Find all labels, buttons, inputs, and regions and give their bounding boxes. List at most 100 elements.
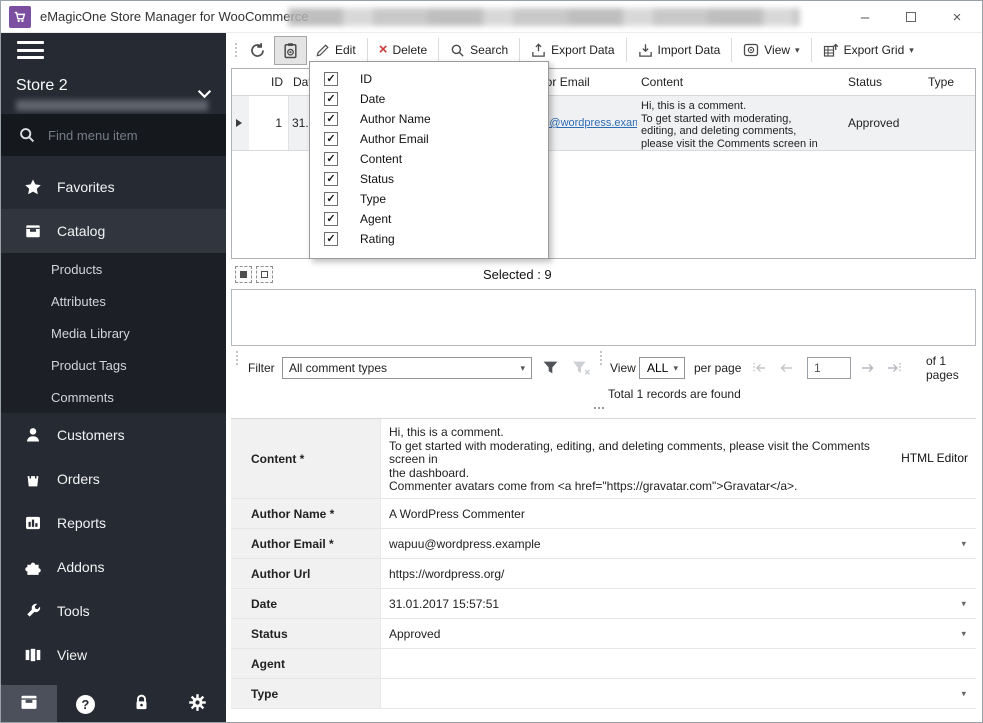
column-menu-item-date[interactable]: ✓ Date — [310, 89, 548, 109]
sidebar-item-favorites[interactable]: Favorites — [1, 165, 226, 209]
sidebar-item-tools[interactable]: Tools — [1, 589, 226, 633]
status-field[interactable]: Approved ▾ — [381, 619, 976, 648]
dropdown-arrow-icon[interactable]: ▾ — [961, 598, 966, 609]
store-selector[interactable]: Store 2 — [16, 77, 68, 95]
funnel-clear-icon — [573, 361, 590, 375]
sidebar-bottom-bar: ? — [1, 685, 226, 722]
last-page-icon — [888, 363, 901, 373]
previous-page-button[interactable] — [778, 351, 794, 385]
dropdown-arrow-icon[interactable]: ▾ — [961, 688, 966, 699]
deselect-all-button[interactable] — [256, 265, 273, 283]
sidebar-item-customers[interactable]: Customers — [1, 413, 226, 457]
apply-filter-button[interactable] — [542, 351, 559, 385]
selection-strip: Selected : 9 — [231, 261, 976, 287]
sidebar-item-media-library[interactable]: Media Library — [1, 317, 226, 349]
date-field[interactable]: 31.01.2017 15:57:51 ▾ — [381, 589, 976, 618]
type-field[interactable]: ▾ — [381, 679, 976, 708]
next-page-button[interactable] — [860, 351, 876, 385]
dropdown-arrow-icon[interactable]: ▾ — [961, 628, 966, 639]
toolbar-drag-handle[interactable] — [231, 43, 241, 57]
view-menu-button[interactable]: View ▾ — [735, 36, 807, 64]
column-menu-item-content[interactable]: ✓ Content — [310, 149, 548, 169]
form-row-agent: Agent — [231, 649, 976, 679]
content-field[interactable]: Hi, this is a comment. To get started wi… — [381, 419, 976, 498]
sidebar-item-product-tags[interactable]: Product Tags — [1, 349, 226, 381]
column-picker-button[interactable] — [274, 35, 307, 65]
column-header-status[interactable]: Status — [845, 75, 925, 89]
checkbox-checked-icon[interactable]: ✓ — [324, 232, 338, 246]
sidebar-item-view[interactable]: View — [1, 633, 226, 677]
export-data-button[interactable]: Export Data — [523, 37, 622, 64]
clear-filter-button[interactable] — [572, 351, 591, 385]
checkbox-checked-icon[interactable]: ✓ — [324, 152, 338, 166]
column-menu-item-author-name[interactable]: ✓ Author Name — [310, 109, 548, 129]
export-icon — [532, 42, 545, 57]
last-page-button[interactable] — [886, 351, 904, 385]
view-label: View — [610, 361, 636, 375]
sidebar-item-products[interactable]: Products — [1, 253, 226, 285]
hamburger-menu-icon[interactable] — [17, 41, 44, 64]
per-page-label: per page — [694, 361, 742, 375]
catalog-box-icon — [24, 222, 42, 240]
gear-icon — [188, 693, 207, 717]
column-menu-item-agent[interactable]: ✓ Agent — [310, 209, 548, 229]
bar-chart-icon — [24, 514, 42, 532]
filter-drag-handle[interactable] — [232, 351, 242, 385]
next-page-icon — [862, 364, 874, 372]
page-size-select[interactable]: ALL ▾ — [639, 357, 685, 379]
refresh-button[interactable] — [241, 36, 274, 65]
checkbox-checked-icon[interactable]: ✓ — [324, 72, 338, 86]
caret-down-icon: ▾ — [795, 44, 800, 55]
dropdown-arrow-icon[interactable]: ▾ — [961, 538, 966, 549]
store-connection-button[interactable] — [1, 685, 58, 722]
sidebar-item-reports[interactable]: Reports — [1, 501, 226, 545]
maximize-button[interactable] — [888, 1, 934, 33]
pages-count-label: of 1 pages — [926, 354, 959, 382]
delete-button[interactable]: × Delete — [371, 37, 435, 63]
checkbox-checked-icon[interactable]: ✓ — [324, 132, 338, 146]
page-number-input[interactable] — [807, 357, 851, 379]
column-menu-item-rating[interactable]: ✓ Rating — [310, 229, 548, 249]
author-name-field[interactable]: A WordPress Commenter — [381, 499, 976, 528]
search-button[interactable]: Search — [442, 37, 516, 64]
checkbox-checked-icon[interactable]: ✓ — [324, 212, 338, 226]
checkbox-checked-icon[interactable]: ✓ — [324, 112, 338, 126]
column-header-type[interactable]: Type — [925, 75, 975, 89]
splitter-grip[interactable] — [594, 407, 604, 409]
column-menu-item-id[interactable]: ✓ ID — [310, 69, 548, 89]
eye-icon — [744, 43, 759, 57]
checkbox-checked-icon[interactable]: ✓ — [324, 172, 338, 186]
import-data-button[interactable]: Import Data — [630, 37, 729, 64]
checkbox-checked-icon[interactable]: ✓ — [324, 92, 338, 106]
column-header-id[interactable]: ID — [249, 75, 289, 89]
titlebar: eMagicOne Store Manager for WooCommerce … — [1, 1, 982, 33]
column-menu-item-author-email[interactable]: ✓ Author Email — [310, 129, 548, 149]
select-all-button[interactable] — [235, 265, 252, 283]
author-url-field[interactable]: https://wordpress.org/ — [381, 559, 976, 588]
pager-drag-handle[interactable] — [596, 351, 606, 385]
close-button[interactable]: × — [934, 1, 980, 33]
minimize-button[interactable]: – — [842, 1, 888, 33]
export-grid-button[interactable]: Export Grid ▾ — [815, 36, 922, 64]
search-input[interactable] — [48, 127, 198, 143]
comment-type-filter-select[interactable]: All comment types ▾ — [282, 357, 532, 379]
window-title: eMagicOne Store Manager for WooCommerce — [40, 9, 309, 24]
sidebar-item-attributes[interactable]: Attributes — [1, 285, 226, 317]
lock-button[interactable] — [114, 685, 170, 722]
first-page-button[interactable] — [750, 351, 768, 385]
sidebar-item-orders[interactable]: Orders — [1, 457, 226, 501]
settings-button[interactable] — [170, 685, 226, 722]
column-menu-item-status[interactable]: ✓ Status — [310, 169, 548, 189]
agent-field[interactable] — [381, 649, 976, 678]
form-row-author-url: Author Url https://wordpress.org/ — [231, 559, 976, 589]
sidebar-item-comments[interactable]: Comments — [1, 381, 226, 413]
author-email-field[interactable]: wapuu@wordpress.example ▾ — [381, 529, 976, 558]
sidebar-item-addons[interactable]: Addons — [1, 545, 226, 589]
column-menu-item-type[interactable]: ✓ Type — [310, 189, 548, 209]
edit-button[interactable]: Edit — [307, 37, 364, 64]
sidebar-item-catalog[interactable]: Catalog — [1, 209, 226, 253]
help-button[interactable]: ? — [57, 685, 113, 722]
checkbox-checked-icon[interactable]: ✓ — [324, 192, 338, 206]
html-editor-link[interactable]: HTML Editor — [901, 451, 968, 465]
column-header-content[interactable]: Content — [637, 75, 845, 89]
